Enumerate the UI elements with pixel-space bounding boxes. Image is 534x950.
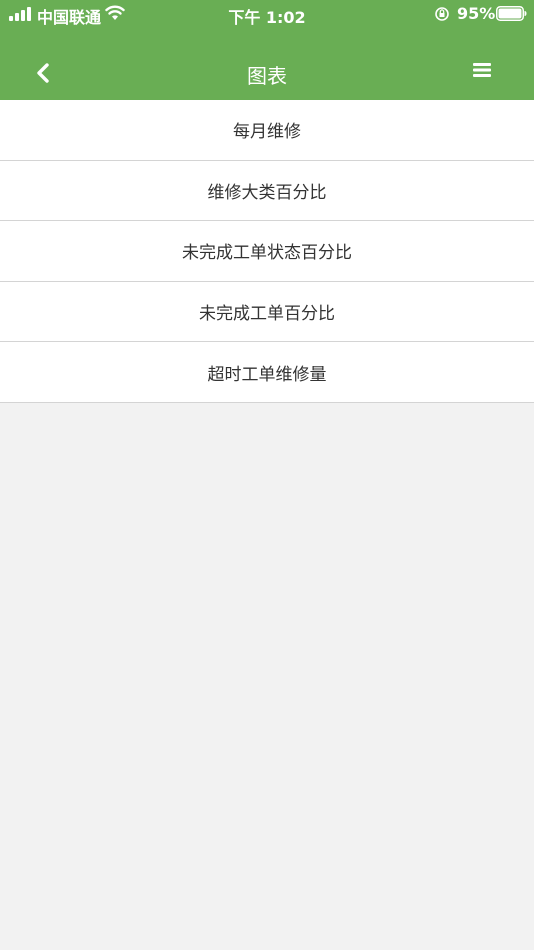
chart-menu-list: 每月维修 维修大类百分比 未完成工单状态百分比 未完成工单百分比 超时工单维修量 xyxy=(0,100,534,403)
battery-icon xyxy=(496,6,527,21)
list-item-label: 每月维修 xyxy=(233,122,301,143)
page-title: 图表 xyxy=(247,64,287,88)
nav-bar: 图表 xyxy=(0,48,534,96)
hamburger-menu-icon xyxy=(473,63,491,77)
status-bar: 中国联通 下午 1:02 95% xyxy=(0,0,534,28)
list-item-label: 未完成工单状态百分比 xyxy=(182,243,352,264)
menu-button[interactable] xyxy=(466,54,498,86)
orientation-lock-icon xyxy=(435,7,449,21)
battery-percent: 95% xyxy=(457,4,496,23)
list-item-open-order-status-percent[interactable]: 未完成工单状态百分比 xyxy=(0,221,534,282)
list-item-label: 超时工单维修量 xyxy=(207,364,327,385)
status-time: 下午 1:02 xyxy=(228,8,306,27)
list-item-label: 未完成工单百分比 xyxy=(199,304,335,325)
app-header: 中国联通 下午 1:02 95% 图表 xyxy=(0,0,534,100)
list-item-monthly-repair[interactable]: 每月维修 xyxy=(0,100,534,161)
list-item-open-order-percent[interactable]: 未完成工单百分比 xyxy=(0,281,534,343)
list-item-label: 维修大类百分比 xyxy=(207,182,327,203)
list-item-overdue-order-repair-count[interactable]: 超时工单维修量 xyxy=(0,342,534,403)
list-item-repair-category-percent[interactable]: 维修大类百分比 xyxy=(0,160,534,222)
